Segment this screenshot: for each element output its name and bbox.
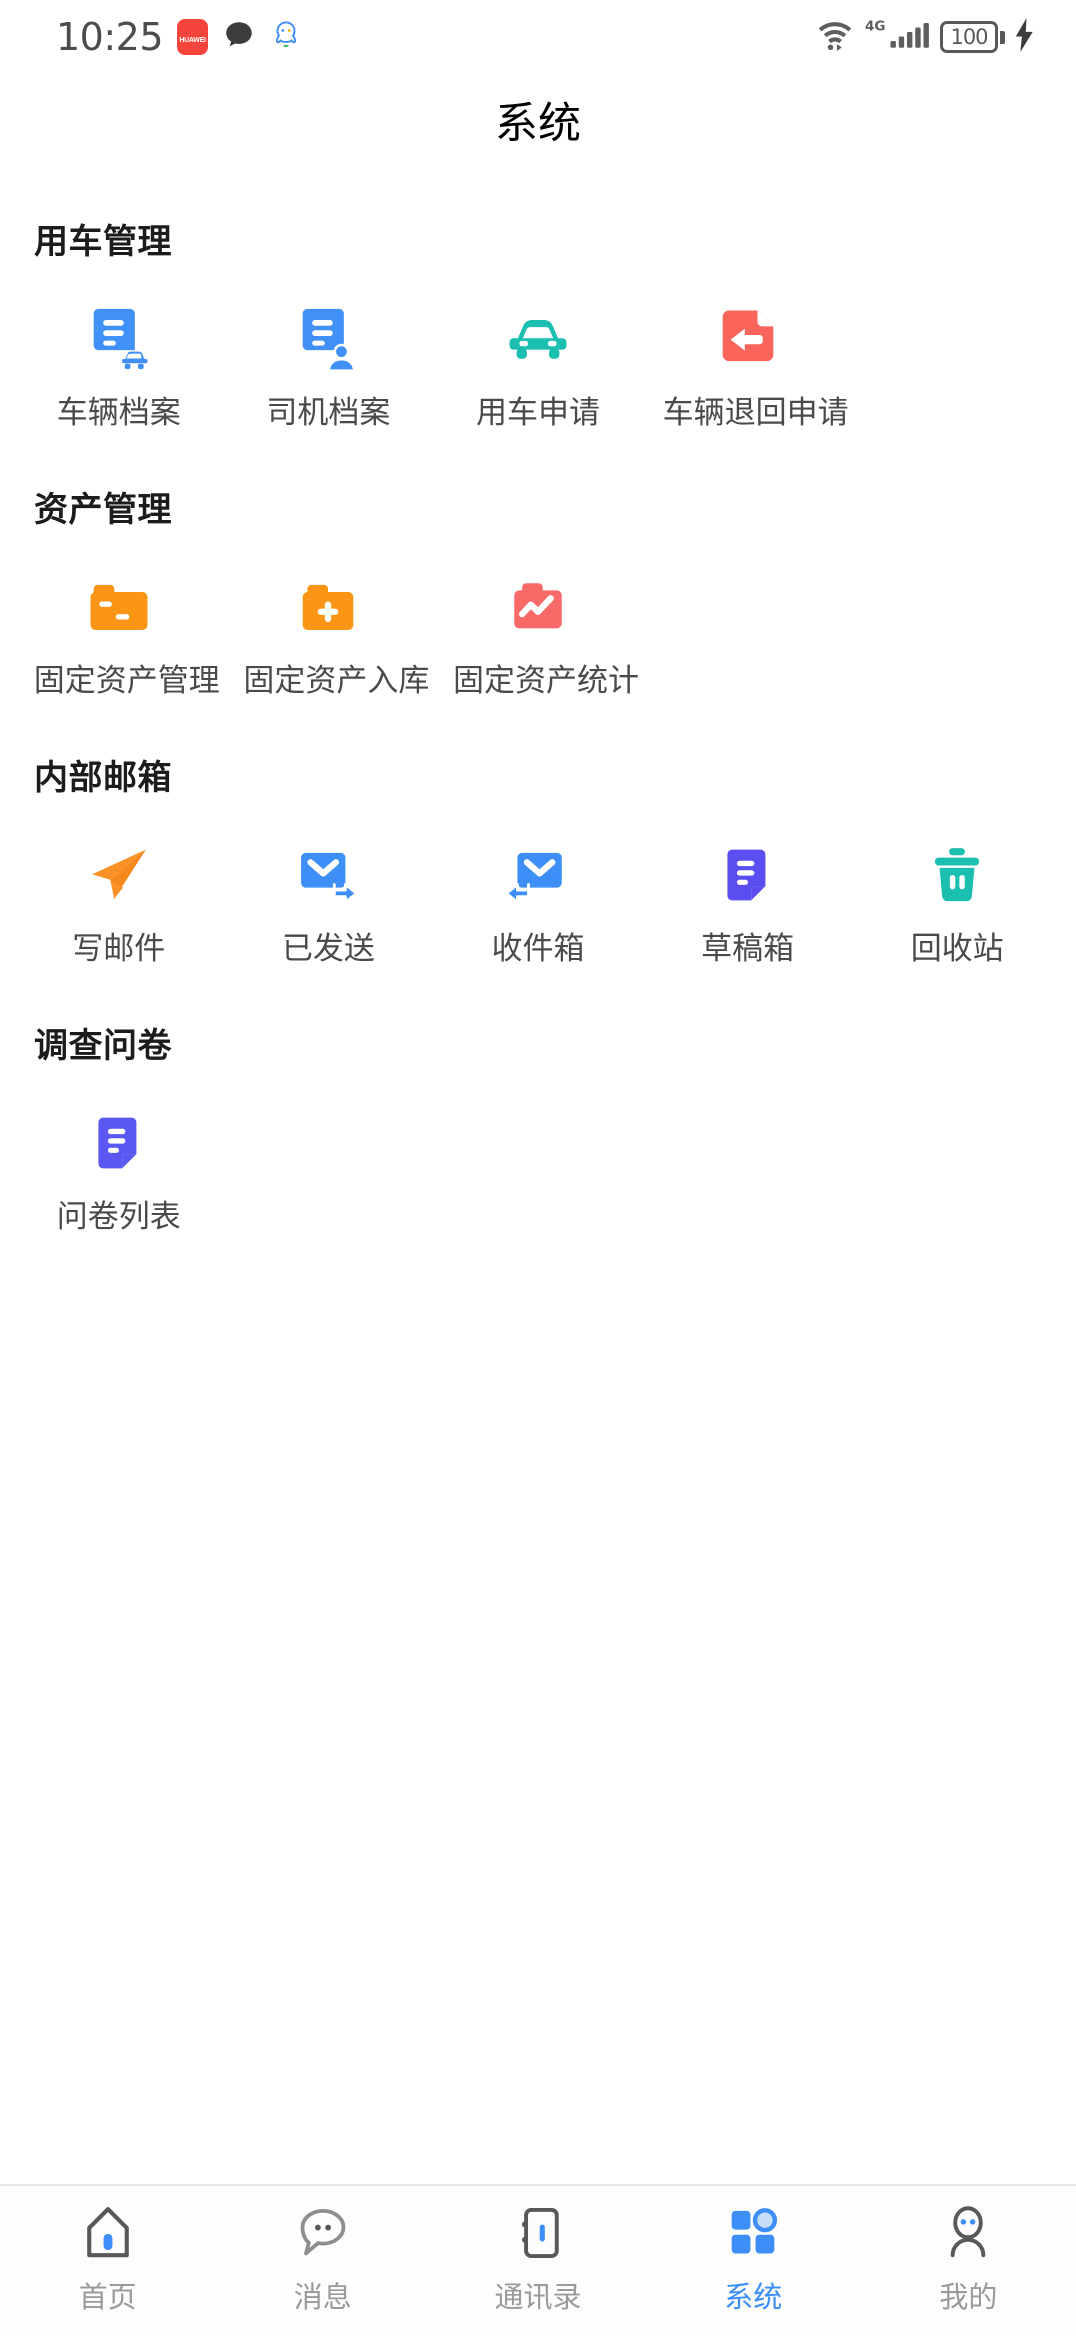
huawei-badge-label: HUAWEI <box>179 36 206 44</box>
tile-fixed-asset-statistics[interactable]: 固定资产统计 <box>433 539 643 702</box>
tile-label: 车辆退回申请 <box>662 395 849 430</box>
tile-label: 问卷列表 <box>56 1198 181 1234</box>
wifi-icon <box>814 17 856 58</box>
charging-bolt-icon <box>1014 17 1036 57</box>
tile-fixed-asset-inbound[interactable]: 固定资产入库 <box>224 539 434 702</box>
folder-asset-icon <box>81 569 157 645</box>
tab-home[interactable]: 首页 <box>0 2204 215 2316</box>
tile-label: 草稿箱 <box>701 930 795 966</box>
svg-text:4G: 4G <box>865 18 885 34</box>
trash-icon <box>919 837 995 913</box>
tile-vehicle-request[interactable]: 用车申请 <box>433 271 643 434</box>
section-survey: 调查问卷 问卷列表 <box>0 1018 1076 1238</box>
tile-survey-list[interactable]: 问卷列表 <box>14 1075 224 1238</box>
signal-4g-icon: 4G <box>865 17 931 58</box>
status-bar: 10:25 HUAWEI 4G 100 <box>0 0 1076 74</box>
tab-label: 通讯录 <box>494 2282 582 2314</box>
tile-label: 固定资产统计 <box>452 662 639 698</box>
vehicle-return-icon <box>710 301 786 377</box>
profile-icon <box>940 2204 996 2262</box>
battery-level-label: 100 <box>940 21 998 53</box>
section-title: 资产管理 <box>34 490 172 529</box>
status-bar-clock: 10:25 <box>56 15 164 59</box>
tile-inbox[interactable]: 收件箱 <box>433 807 643 970</box>
tile-driver-file[interactable]: 司机档案 <box>224 271 434 434</box>
contacts-icon <box>510 2204 566 2262</box>
tile-grid: 写邮件 已发送 收件箱 草稿箱 回收站 <box>0 807 1076 970</box>
tile-grid: 车辆档案 司机档案 用车申请 车辆退回申请 <box>0 271 1076 434</box>
tab-label: 系统 <box>724 2282 783 2314</box>
message-icon <box>295 2204 351 2262</box>
tab-system[interactable]: 系统 <box>646 2204 861 2316</box>
qq-icon <box>270 19 302 56</box>
page-header: 系统 <box>0 74 1076 166</box>
battery-nub <box>1000 30 1005 44</box>
status-bar-left: 10:25 HUAWEI <box>56 15 302 59</box>
driver-file-icon <box>290 301 366 377</box>
status-bar-right: 4G 100 <box>814 17 1036 58</box>
mail-inbox-icon <box>500 837 576 913</box>
tab-label: 首页 <box>78 2282 137 2314</box>
folder-chart-icon <box>500 569 576 645</box>
tile-label: 回收站 <box>910 930 1004 966</box>
tile-sent-mail[interactable]: 已发送 <box>224 807 434 970</box>
tile-vehicle-file[interactable]: 车辆档案 <box>14 271 224 434</box>
mail-sent-icon <box>290 837 366 913</box>
main-content: 用车管理 车辆档案 司机档案 用车申请 车辆退回申请 资产管理 固定资产管理 固… <box>0 166 1076 2184</box>
bottom-tab-bar: 首页 消息 通讯录 系统 我的 <box>0 2184 1076 2336</box>
battery-icon: 100 <box>940 21 1005 53</box>
tab-label: 消息 <box>293 2282 352 2314</box>
section-title: 调查问卷 <box>34 1026 172 1065</box>
tile-fixed-asset-management[interactable]: 固定资产管理 <box>14 539 224 702</box>
section-title: 内部邮箱 <box>34 758 172 797</box>
tile-recycle-bin[interactable]: 回收站 <box>852 807 1062 970</box>
section-title: 用车管理 <box>34 223 172 261</box>
tile-label: 车辆档案 <box>56 395 181 430</box>
huawei-badge-icon: HUAWEI <box>177 19 209 55</box>
tile-label: 已发送 <box>281 930 375 966</box>
tab-contacts[interactable]: 通讯录 <box>430 2204 645 2316</box>
tab-profile[interactable]: 我的 <box>861 2204 1076 2316</box>
tile-grid: 固定资产管理 固定资产入库 固定资产统计 <box>0 539 1076 702</box>
survey-document-icon <box>81 1105 157 1181</box>
section-vehicle-management: 用车管理 车辆档案 司机档案 用车申请 车辆退回申请 <box>0 214 1076 434</box>
system-grid-icon <box>725 2204 781 2262</box>
tile-drafts[interactable]: 草稿箱 <box>643 807 853 970</box>
chat-bubble-icon <box>222 18 256 57</box>
page-title: 系统 <box>495 100 581 148</box>
app-screen: 10:25 HUAWEI 4G 100 系统 用车管理 车辆档案 司机档案 用车… <box>0 0 1076 2336</box>
tile-label: 固定资产管理 <box>33 662 220 698</box>
tile-label: 收件箱 <box>491 930 585 966</box>
section-internal-mailbox: 内部邮箱 写邮件 已发送 收件箱 草稿箱 回收站 <box>0 750 1076 970</box>
home-icon <box>80 2204 136 2262</box>
tile-label: 用车申请 <box>475 395 600 430</box>
tile-vehicle-return-request[interactable]: 车辆退回申请 <box>643 271 853 434</box>
tile-label: 司机档案 <box>266 395 391 430</box>
vehicle-file-icon <box>81 301 157 377</box>
paper-plane-icon <box>81 837 157 913</box>
tab-messages[interactable]: 消息 <box>215 2204 430 2316</box>
draft-document-icon <box>710 837 786 913</box>
car-icon <box>500 301 576 377</box>
tile-compose-mail[interactable]: 写邮件 <box>14 807 224 970</box>
folder-plus-icon <box>290 569 366 645</box>
tab-label: 我的 <box>939 2282 998 2314</box>
section-asset-management: 资产管理 固定资产管理 固定资产入库 固定资产统计 <box>0 482 1076 702</box>
tile-label: 固定资产入库 <box>243 662 430 698</box>
tile-label: 写邮件 <box>72 930 166 966</box>
tile-grid: 问卷列表 <box>0 1075 1076 1238</box>
